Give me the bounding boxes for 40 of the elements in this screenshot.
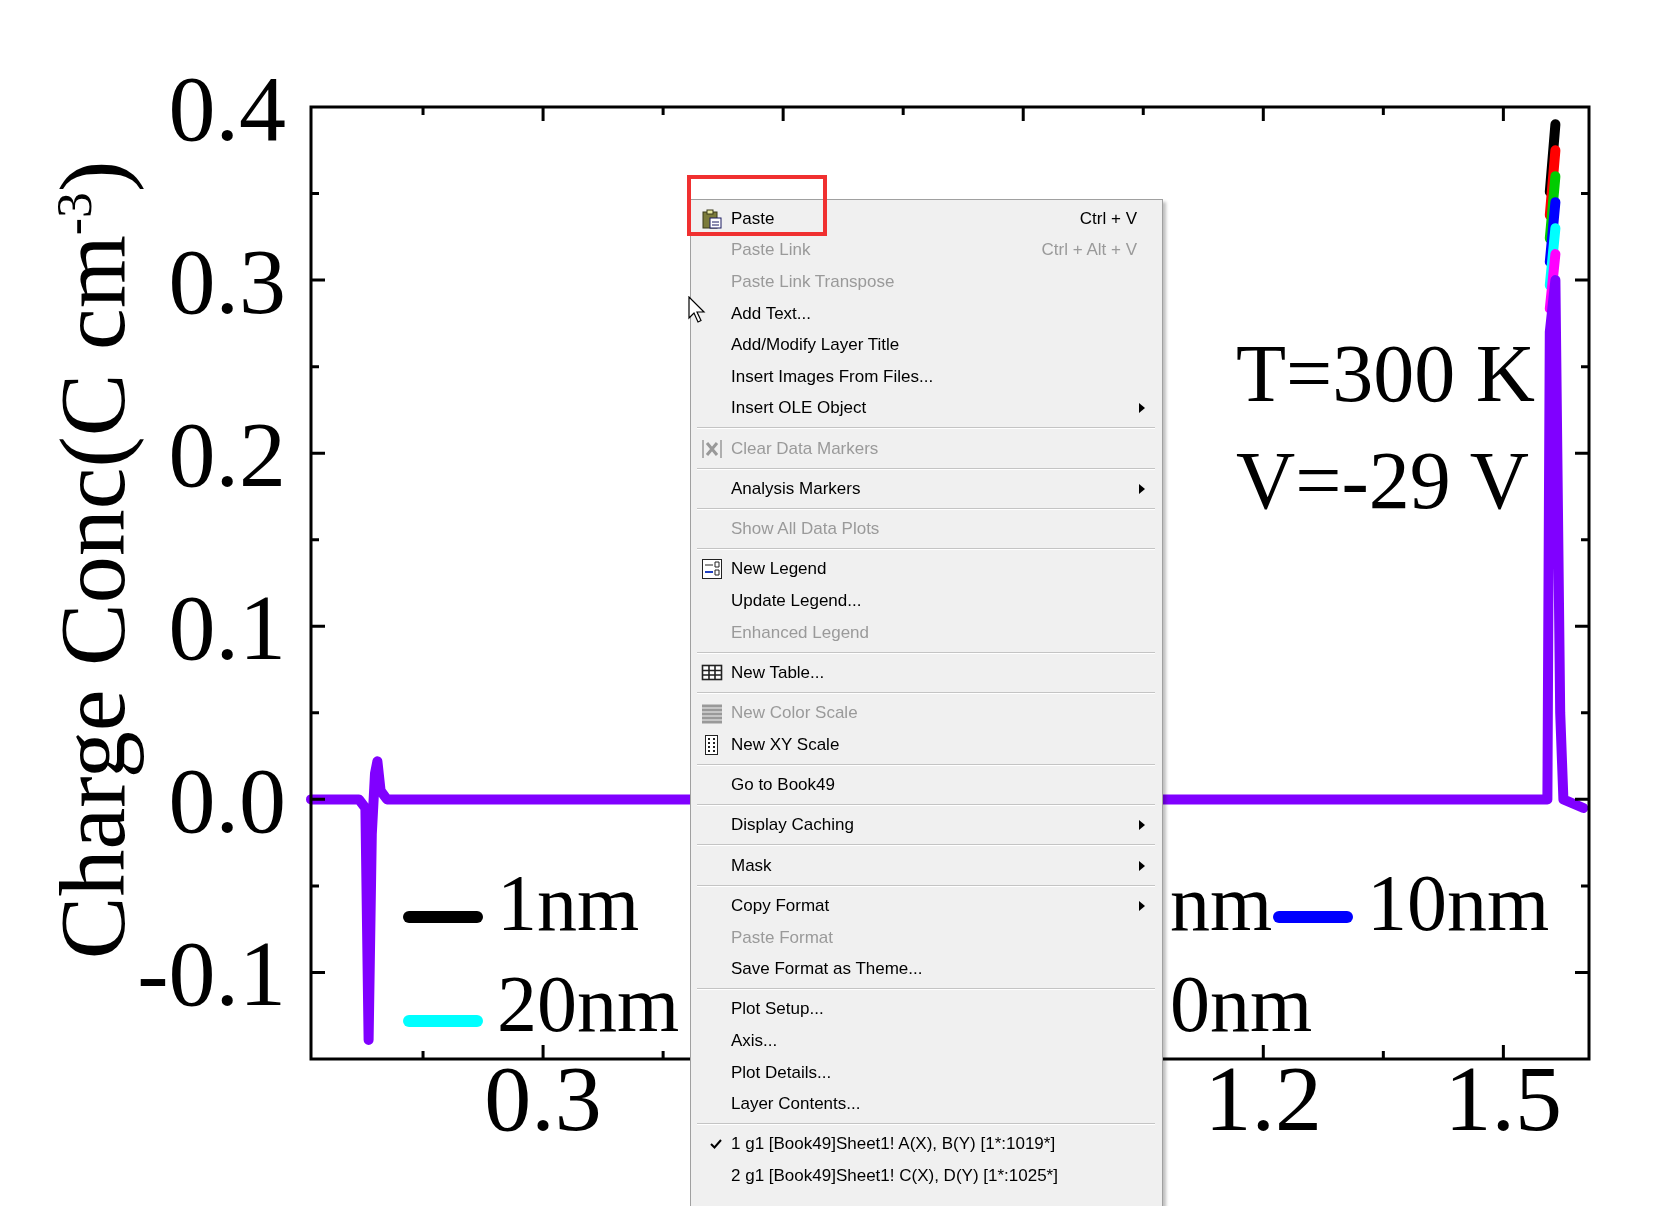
legend-label: nm — [1170, 859, 1273, 947]
menu-item[interactable]: Analysis Markers — [691, 473, 1162, 505]
menu-item[interactable]: Plot Details... — [691, 1056, 1162, 1089]
annotation-text: V=-29 V — [1236, 435, 1529, 526]
legend-label: 1nm — [497, 859, 640, 947]
menu-item[interactable]: New Table... — [691, 657, 1162, 689]
menu-item[interactable]: Insert OLE Object — [691, 392, 1162, 425]
legend-label: 10nm — [1367, 859, 1550, 947]
legend-label: 0nm — [1170, 960, 1313, 1048]
legend-label: 20nm — [497, 960, 680, 1048]
menu-item[interactable]: Save Format as Theme... — [691, 953, 1162, 985]
tick-label: 0.3 — [168, 229, 286, 334]
clipboard-icon — [701, 207, 723, 230]
menu-item[interactable]: Update Legend... — [691, 585, 1162, 617]
menu-item[interactable]: 1 g1 [Book49]Sheet1! A(X), B(Y) [1*:1019*] — [691, 1128, 1162, 1161]
tick-label: 1.2 — [1204, 1046, 1323, 1150]
cross-icon — [701, 437, 723, 460]
menu-item[interactable]: New Legend — [691, 553, 1162, 586]
menu-item[interactable]: Display Caching — [691, 809, 1162, 842]
annotation-text: T=300 K — [1236, 328, 1536, 419]
tick-label: 0.0 — [168, 748, 286, 853]
menu-item[interactable]: Insert Images From Files... — [691, 360, 1162, 393]
menu-item[interactable]: Mask — [691, 849, 1162, 882]
menu-item[interactable]: Axis... — [691, 1025, 1162, 1057]
menu-item[interactable]: Layer Contents... — [691, 1088, 1162, 1120]
tick-label: 0.3 — [484, 1046, 602, 1150]
menu-item[interactable]: New XY Scale — [691, 729, 1162, 761]
tick-label: 0.1 — [168, 575, 286, 680]
tick-label: 0.2 — [168, 402, 286, 507]
menu-item[interactable]: Paste Ctrl + V — [691, 203, 1162, 235]
cursor-icon — [688, 296, 708, 324]
menu-item[interactable]: Go to Book49 — [691, 769, 1162, 801]
menu-item[interactable]: Add/Modify Layer Title — [691, 329, 1162, 361]
legend-icon — [701, 558, 723, 581]
tick-label: 0.4 — [168, 56, 286, 160]
menu-item[interactable]: 2 g1 [Book49]Sheet1! C(X), D(Y) [1*:1025*] — [691, 1160, 1162, 1192]
menu-item[interactable]: Copy Format — [691, 890, 1162, 922]
stripes-icon — [701, 702, 723, 725]
tick-label: 1.5 — [1444, 1046, 1563, 1150]
menu-item[interactable]: Plot Setup... — [691, 993, 1162, 1026]
